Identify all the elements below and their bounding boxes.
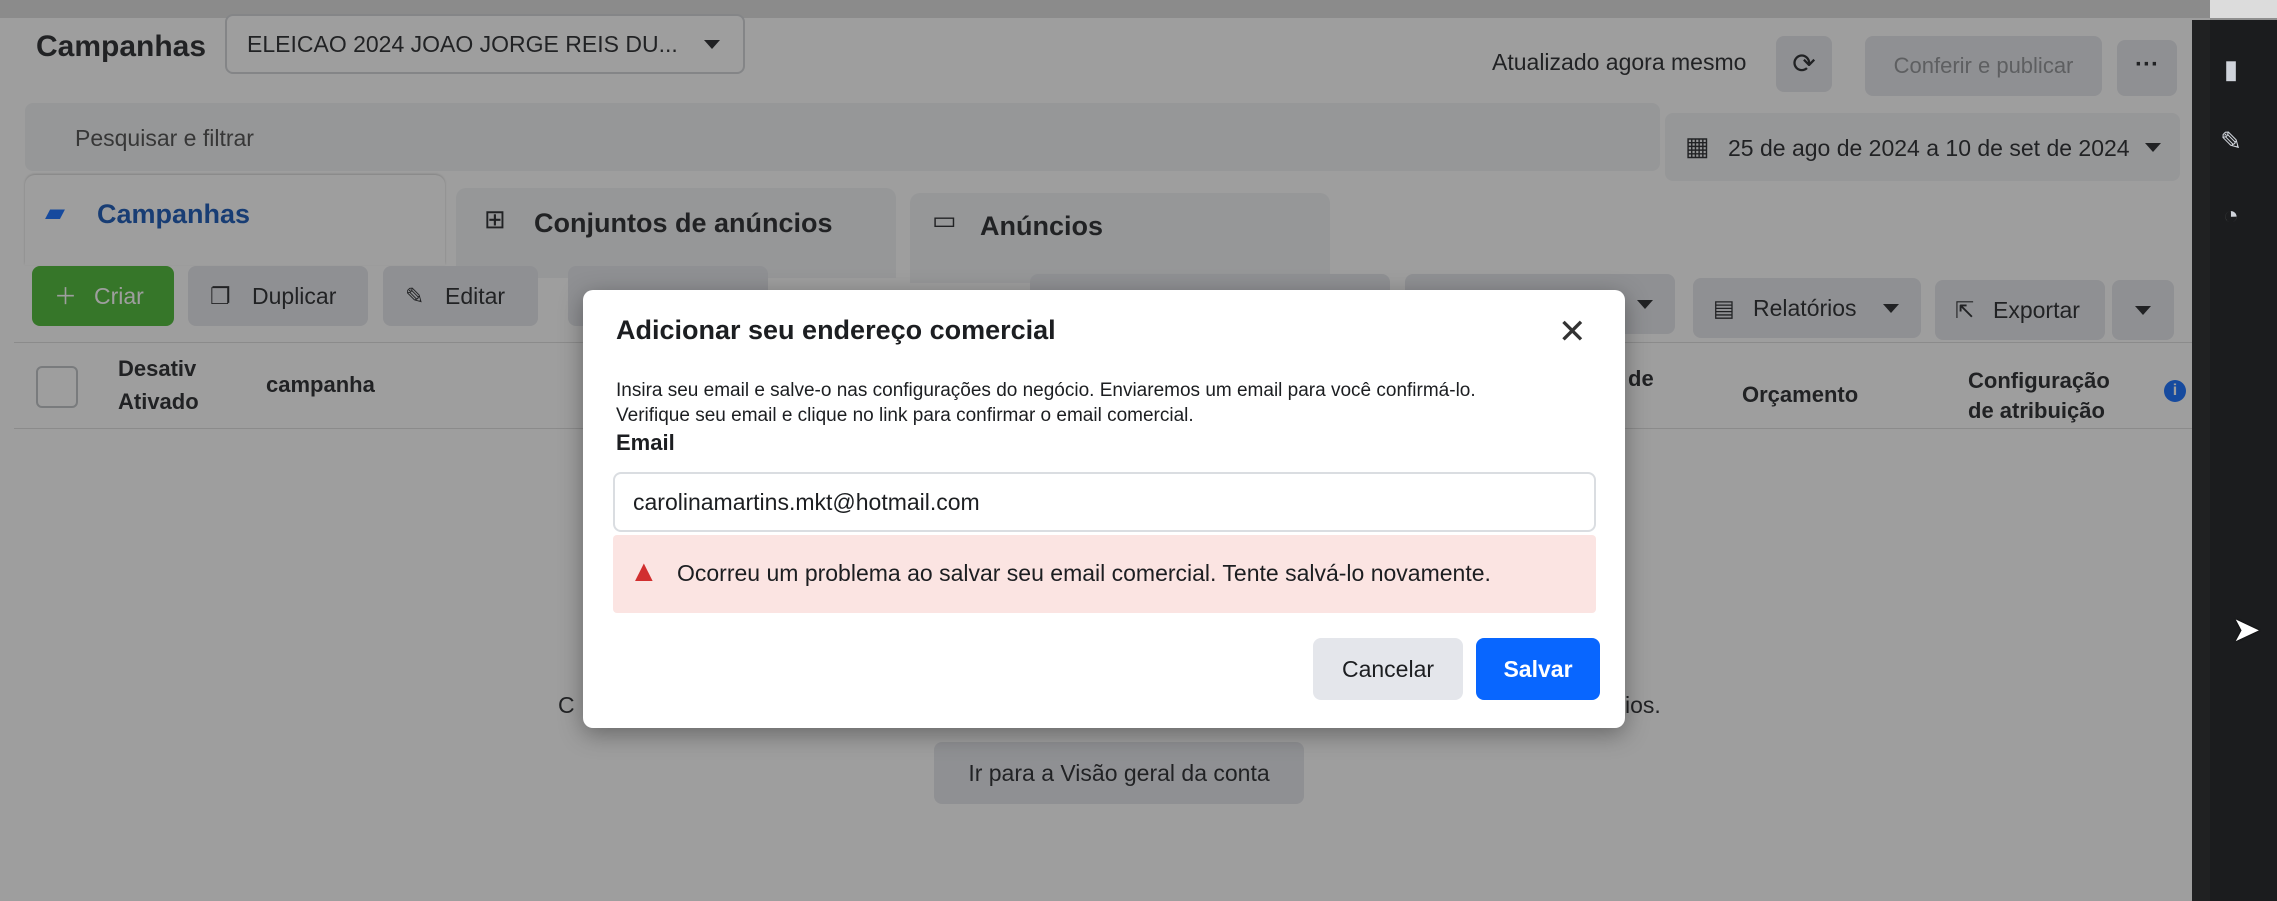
- dialog-description: Insira seu email e salve-o nas configura…: [616, 378, 1576, 428]
- description-line-1: Insira seu email e salve-o nas configura…: [616, 380, 1476, 401]
- clock-icon[interactable]: ◔: [2214, 198, 2248, 232]
- mouse-cursor-icon: ➤: [2232, 611, 2261, 649]
- close-icon[interactable]: ✕: [1558, 312, 1587, 352]
- email-label: Email: [616, 430, 675, 455]
- business-email-dialog: Adicionar seu endereço comercial ✕ Insir…: [583, 290, 1625, 728]
- cancel-button[interactable]: Cancelar: [1313, 638, 1463, 700]
- pencil-icon[interactable]: ✎: [2214, 124, 2248, 158]
- warning-icon: ▲: [629, 555, 659, 588]
- save-button[interactable]: Salvar: [1476, 638, 1600, 700]
- error-banner: ▲ Ocorreu um problema ao salvar seu emai…: [613, 535, 1596, 613]
- description-line-2: Verifique seu email e clique no link par…: [616, 405, 1194, 426]
- bar-chart-icon[interactable]: ▮: [2214, 52, 2248, 86]
- error-message: Ocorreu um problema ao salvar seu email …: [677, 560, 1491, 586]
- email-field[interactable]: [613, 472, 1596, 532]
- dialog-title: Adicionar seu endereço comercial: [616, 315, 1056, 345]
